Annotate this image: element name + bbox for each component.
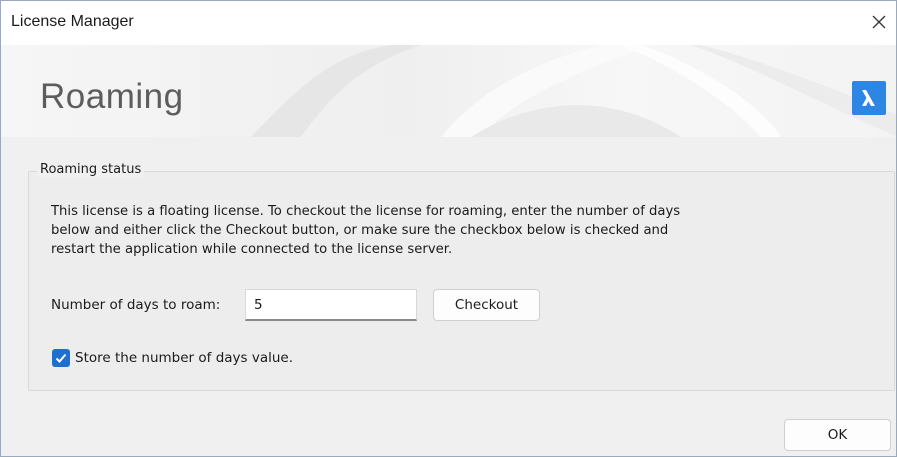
page-title: Roaming xyxy=(40,77,184,116)
license-manager-window: License Manager Roaming Roaming status T… xyxy=(0,0,897,457)
store-days-checkbox[interactable] xyxy=(52,349,70,367)
header-banner: Roaming xyxy=(1,45,896,137)
days-to-roam-input[interactable] xyxy=(245,289,417,321)
store-days-checkbox-label[interactable]: Store the number of days value. xyxy=(75,350,293,366)
title-bar: License Manager xyxy=(1,1,896,45)
roaming-description: This license is a floating license. To c… xyxy=(51,204,681,257)
roaming-status-legend: Roaming status xyxy=(37,162,145,177)
days-to-roam-label: Number of days to roam: xyxy=(51,297,221,313)
window-title: License Manager xyxy=(11,13,134,30)
checkmark-icon xyxy=(55,353,67,363)
checkout-button[interactable]: Checkout xyxy=(433,289,540,321)
close-button[interactable] xyxy=(864,7,894,37)
ok-button[interactable]: OK xyxy=(784,419,891,451)
bricscad-logo-icon xyxy=(852,81,886,115)
close-icon xyxy=(872,15,886,29)
